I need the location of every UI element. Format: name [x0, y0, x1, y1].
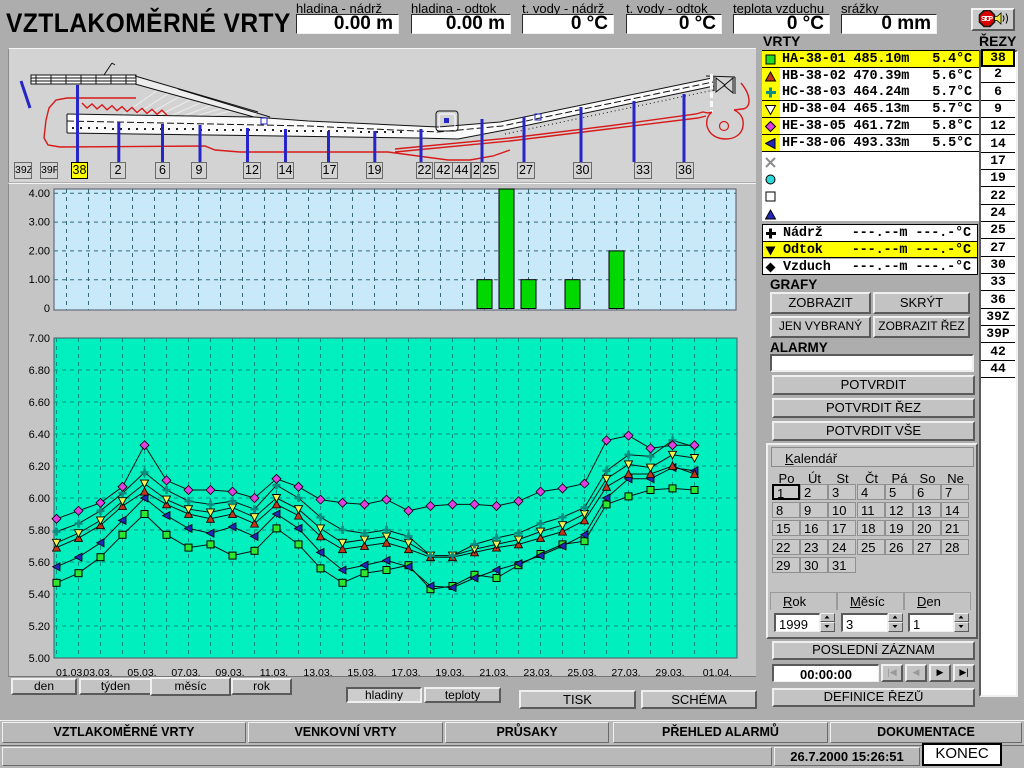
svg-text:25.03.: 25.03.: [567, 667, 596, 678]
svg-text:6.80: 6.80: [29, 365, 50, 377]
svg-text:6.40: 6.40: [29, 429, 50, 441]
svg-text:17.03.: 17.03.: [391, 667, 420, 678]
svg-text:29.03.: 29.03.: [655, 667, 684, 678]
svg-text:5.40: 5.40: [29, 589, 50, 601]
svg-text:7.00: 7.00: [29, 333, 50, 345]
svg-text:03.03.: 03.03.: [83, 667, 112, 678]
svg-text:1.00: 1.00: [29, 274, 50, 286]
svg-text:5.00: 5.00: [29, 653, 50, 665]
svg-text:23.03.: 23.03.: [523, 667, 552, 678]
svg-text:01.03.: 01.03.: [56, 667, 85, 678]
svg-text:4.00: 4.00: [29, 188, 50, 200]
svg-text:2.00: 2.00: [29, 245, 50, 257]
svg-text:15.03.: 15.03.: [347, 667, 376, 678]
svg-text:0: 0: [44, 303, 50, 315]
svg-text:6.00: 6.00: [29, 493, 50, 505]
svg-text:21.03.: 21.03.: [479, 667, 508, 678]
svg-text:11.03.: 11.03.: [260, 667, 288, 678]
svg-text:6.60: 6.60: [29, 397, 50, 409]
svg-text:6.20: 6.20: [29, 461, 50, 473]
svg-text:19.03.: 19.03.: [435, 667, 464, 678]
svg-text:3.00: 3.00: [29, 217, 50, 229]
svg-text:STOP: STOP: [981, 16, 993, 23]
svg-text:5.80: 5.80: [29, 525, 50, 537]
svg-text:5.20: 5.20: [29, 621, 50, 633]
svg-text:13.03.: 13.03.: [303, 667, 332, 678]
svg-text:27.03.: 27.03.: [611, 667, 640, 678]
svg-text:5.60: 5.60: [29, 557, 50, 569]
svg-text:01.04.: 01.04.: [703, 667, 732, 678]
